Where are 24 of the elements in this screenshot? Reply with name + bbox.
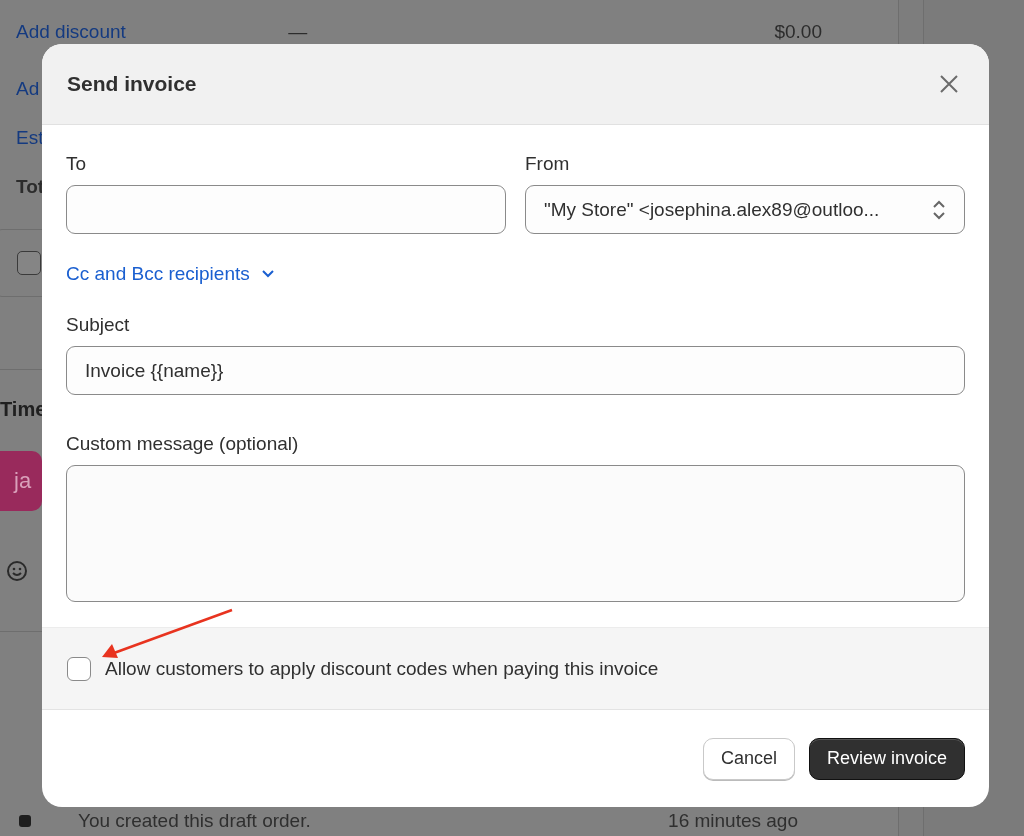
- dialog-title: Send invoice: [67, 72, 198, 96]
- field-label: From: [525, 153, 570, 175]
- checkbox-label: Allow customers to apply discount codes when paying this invoice: [105, 657, 659, 680]
- arrow-icon: [100, 608, 234, 660]
- input-field[interactable]: Invoice {{name}}: [66, 346, 965, 395]
- timeline-time: 16 minutes ago: [668, 810, 798, 832]
- field-label: Custom message (optional): [66, 433, 299, 455]
- select-field[interactable]: "My Store" <josephina.alex89@outloo...: [525, 185, 965, 234]
- checkbox[interactable]: [17, 251, 41, 275]
- cancel-button[interactable]: Cancel: [702, 737, 795, 780]
- checkbox[interactable]: [67, 656, 91, 681]
- smiley-icon[interactable]: [6, 560, 28, 582]
- input-field[interactable]: [66, 185, 506, 234]
- summary-value: —: [288, 21, 309, 43]
- message-field[interactable]: [66, 465, 965, 602]
- select-arrows-icon: [932, 198, 946, 221]
- close-icon[interactable]: [939, 74, 959, 94]
- field-label: To: [66, 153, 87, 175]
- avatar: ja: [0, 451, 42, 511]
- field-label: Subject: [66, 314, 130, 336]
- review-button[interactable]: Review invoice: [808, 737, 965, 780]
- cc-link[interactable]: Cc and Bcc recipients: [66, 263, 276, 285]
- summary-amount: $0.00: [774, 21, 822, 43]
- timeline-entry: You created this draft order.: [78, 810, 311, 832]
